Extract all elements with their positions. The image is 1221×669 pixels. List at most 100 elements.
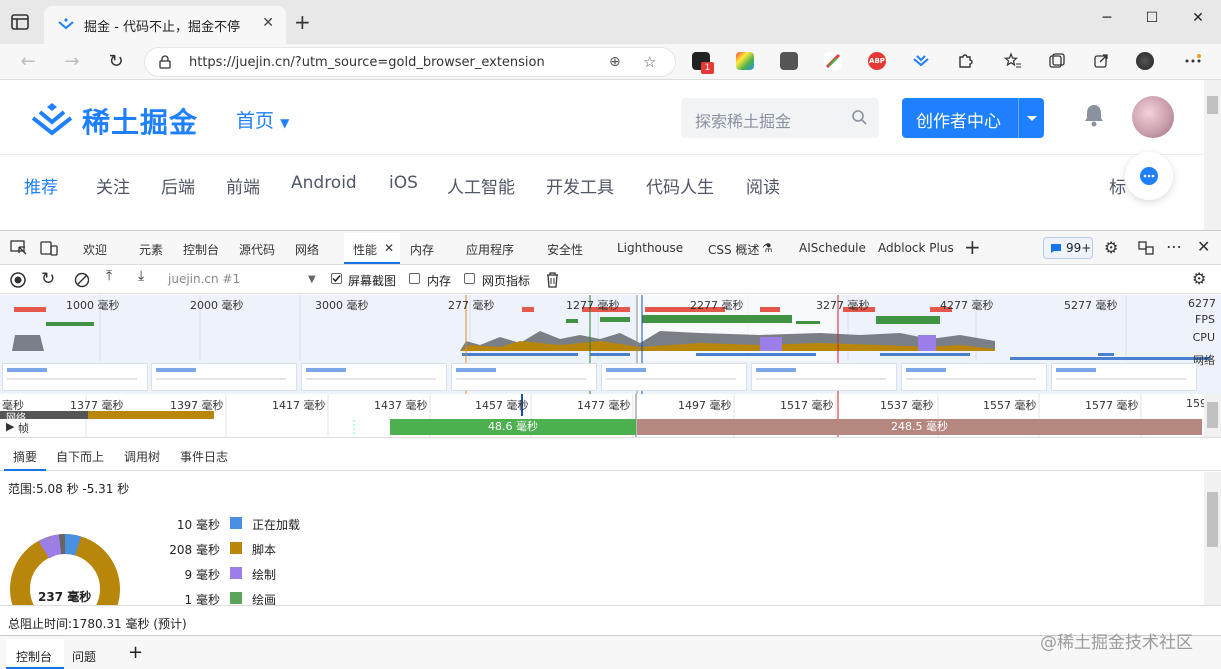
reload-icon[interactable]: ↻ (104, 50, 128, 74)
maximize-icon[interactable]: ☐ (1132, 10, 1172, 26)
screenshot-thumb[interactable] (1051, 363, 1197, 391)
tab-call-tree[interactable]: 调用树 (124, 448, 160, 465)
page-scrollbar[interactable] (1204, 80, 1221, 230)
tab-close-icon[interactable]: ✕ (262, 15, 274, 31)
message-float-button[interactable] (1125, 152, 1173, 200)
tab-aischedule[interactable]: AISchedule (799, 241, 866, 255)
adblock-plus-icon[interactable]: ABP (868, 52, 886, 70)
new-tab-button[interactable]: + (294, 12, 311, 32)
device-toolbar-icon[interactable] (40, 240, 58, 256)
tab-lighthouse[interactable]: Lighthouse (617, 241, 683, 255)
minimize-icon[interactable]: ─ (1087, 10, 1127, 26)
search-icon[interactable] (851, 109, 867, 125)
timeline-scrollbar-thumb[interactable] (1207, 402, 1218, 428)
tab-sources[interactable]: 源代码 (239, 241, 275, 258)
search-input[interactable]: 探索稀土掘金 (681, 98, 879, 138)
issues-badge[interactable]: 99+ (1043, 237, 1093, 259)
record-icon[interactable] (10, 272, 26, 288)
more-menu-icon[interactable] (1184, 52, 1202, 70)
reload-profile-icon[interactable]: ↻ (41, 269, 55, 289)
tab-console[interactable]: 控制台 (183, 241, 219, 258)
download-icon[interactable]: ⤓ (138, 268, 144, 284)
garbage-collect-icon[interactable] (545, 271, 560, 288)
tab-adblock-plus[interactable]: Adblock Plus (878, 241, 954, 255)
tab-performance[interactable]: 性能 (353, 241, 377, 258)
juejin-logo[interactable]: 稀土掘金 (30, 98, 210, 139)
upload-icon[interactable]: ⤒ (106, 268, 112, 284)
timeline-detail[interactable]: 毫秒 1377 毫秒 1397 毫秒 1417 毫秒 1437 毫秒 1457 … (0, 394, 1221, 438)
home-dropdown[interactable]: 首页 ▼ (236, 106, 289, 133)
inspect-element-icon[interactable] (10, 240, 28, 256)
nav-item-backend[interactable]: 后端 (161, 173, 195, 198)
tab-event-log[interactable]: 事件日志 (180, 448, 228, 465)
timeline-scrollbar[interactable] (1204, 394, 1221, 437)
nav-item-ios[interactable]: iOS (389, 173, 418, 193)
tab-performance-close-icon[interactable]: ✕ (384, 241, 394, 255)
extension-icon-4[interactable] (824, 52, 842, 70)
share-icon[interactable] (1092, 52, 1110, 70)
timeline-overview[interactable]: 1000 毫秒 2000 毫秒 3000 毫秒 277 毫秒 1277 毫秒 2… (0, 295, 1221, 394)
forward-icon[interactable]: → (60, 50, 84, 74)
screenshot-thumb[interactable] (2, 363, 148, 391)
summary-scrollbar[interactable] (1204, 472, 1221, 605)
close-devtools-icon[interactable]: ✕ (1197, 237, 1210, 256)
browser-tab[interactable]: 掘金 - 代码不止，掘金不停 ✕ (44, 6, 286, 44)
close-window-icon[interactable]: ✕ (1178, 10, 1218, 26)
nav-item-reading[interactable]: 阅读 (746, 173, 780, 198)
settings-gear-icon[interactable]: ⚙ (1104, 238, 1118, 257)
more-options-icon[interactable]: ⋯ (1166, 237, 1182, 256)
nav-item-code-life[interactable]: 代码人生 (646, 173, 714, 198)
nav-item-tags[interactable]: 标 (1109, 173, 1126, 198)
nav-item-recommend[interactable]: 推荐 (24, 173, 58, 198)
favorites-icon[interactable] (1004, 52, 1022, 70)
tab-actions-icon[interactable] (10, 12, 30, 32)
tab-application[interactable]: 应用程序 (466, 241, 514, 258)
nav-item-ai[interactable]: 人工智能 (447, 173, 515, 198)
drawer-tab-console[interactable]: 控制台 (16, 648, 52, 665)
screenshot-thumb[interactable] (901, 363, 1047, 391)
tab-summary[interactable]: 摘要 (13, 448, 37, 465)
tab-css-overview[interactable]: CSS 概述 (708, 241, 759, 258)
nav-item-frontend[interactable]: 前端 (226, 173, 260, 198)
drawer-add-tab-icon[interactable]: + (128, 642, 143, 663)
screenshot-thumb[interactable] (151, 363, 297, 391)
screenshot-thumb[interactable] (301, 363, 447, 391)
clear-icon[interactable] (74, 272, 90, 288)
creator-center-button[interactable]: 创作者中心 (902, 98, 1044, 138)
tab-network[interactable]: 网络 (295, 241, 319, 258)
screenshot-thumb[interactable] (751, 363, 897, 391)
tab-memory[interactable]: 内存 (410, 241, 434, 258)
screenshot-thumb[interactable] (601, 363, 747, 391)
frames-expand-icon[interactable]: ▶ (6, 420, 14, 433)
back-icon[interactable]: ← (16, 50, 40, 74)
tab-bottom-up[interactable]: 自下而上 (56, 448, 104, 465)
target-dropdown-icon[interactable]: ▼ (308, 274, 316, 285)
nav-item-follow[interactable]: 关注 (96, 173, 130, 198)
capture-settings-icon[interactable]: ⚙ (1192, 269, 1206, 288)
extension-icon-3[interactable] (780, 52, 798, 70)
connected-devices-icon[interactable] (1137, 240, 1155, 256)
notification-bell-icon[interactable] (1081, 102, 1107, 128)
collections-icon[interactable] (1048, 52, 1066, 70)
profile-avatar[interactable] (1136, 52, 1154, 70)
web-vitals-checkbox[interactable] (464, 273, 475, 284)
juejin-extension-icon[interactable] (912, 52, 930, 70)
nav-item-devtools[interactable]: 开发工具 (546, 173, 614, 198)
summary-scrollbar-thumb[interactable] (1207, 492, 1218, 547)
target-select[interactable]: juejin.cn #1 (168, 272, 240, 286)
tab-welcome[interactable]: 欢迎 (83, 241, 107, 258)
screenshots-checkbox[interactable] (331, 273, 342, 284)
extension-icon-2[interactable] (736, 52, 754, 70)
add-favorite-icon[interactable]: ☆ (643, 53, 656, 71)
frame-dropped[interactable]: 248.5 毫秒 (637, 419, 1202, 435)
drawer-tab-issues[interactable]: 问题 (72, 648, 96, 665)
more-tabs-plus-icon[interactable]: + (964, 235, 981, 259)
screenshot-thumb[interactable] (451, 363, 597, 391)
memory-checkbox[interactable] (409, 273, 420, 284)
tab-security[interactable]: 安全性 (547, 241, 583, 258)
tab-elements[interactable]: 元素 (139, 241, 163, 258)
user-avatar[interactable] (1132, 96, 1174, 138)
url-field[interactable]: https://juejin.cn/?utm_source=gold_brows… (144, 47, 676, 77)
nav-item-android[interactable]: Android (291, 173, 357, 193)
page-scrollbar-thumb[interactable] (1207, 96, 1218, 114)
